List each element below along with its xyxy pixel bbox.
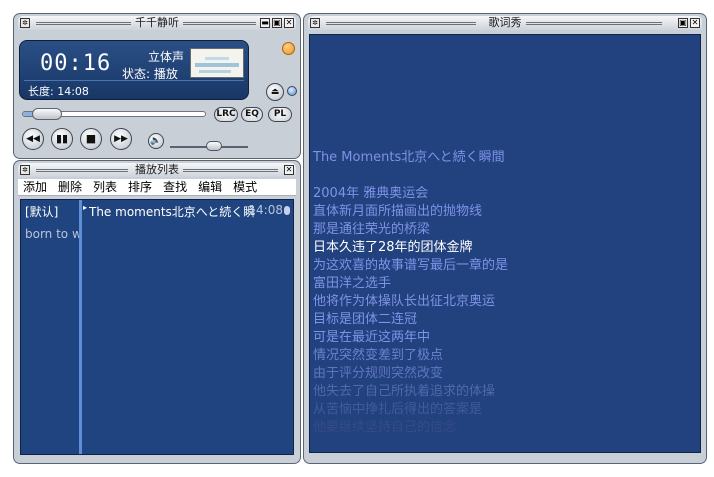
menu-sort[interactable]: 排序 <box>123 179 158 196</box>
lyric-line: The Moments北京へと続く瞬間 <box>313 150 505 165</box>
visualization[interactable] <box>190 48 244 78</box>
playlist-window: ✲ 播放列表 ✕ 添加 删除 列表 排序 查找 编辑 模式 [默认] born to w ▸… <box>13 160 301 464</box>
playlist-menubar: 添加 删除 列表 排序 查找 编辑 模式 <box>18 179 296 196</box>
volume-slider[interactable] <box>170 141 248 151</box>
lyrics-close-icon[interactable]: ✕ <box>690 18 700 28</box>
menu-delete[interactable]: 删除 <box>53 179 88 196</box>
mute-button[interactable]: 🔈 <box>148 133 164 149</box>
stop-button[interactable]: ■ <box>80 128 102 150</box>
lyric-line: 目标是团体二连冠 <box>313 312 418 327</box>
lyric-line: 可是在最近这两年中 <box>313 330 431 345</box>
lyric-line: 那是通往荣光的桥梁 <box>313 222 431 237</box>
lyric-line: 他要继续坚持自己的信念 <box>313 420 457 435</box>
lyrics-title: 歌词秀 <box>484 16 526 29</box>
lyrics-titlebar[interactable]: ✲ 歌词秀 ▣ ✕ <box>308 16 702 30</box>
playlist-button[interactable]: PL <box>268 107 292 122</box>
scroll-indicator[interactable] <box>284 206 290 215</box>
menu-add[interactable]: 添加 <box>18 179 53 196</box>
panel-splitter[interactable] <box>79 200 82 454</box>
minimize-icon[interactable]: ▬ <box>260 18 270 28</box>
lyrics-window: ✲ 歌词秀 ▣ ✕ The Moments北京へと続く瞬間 2004年 雅典奥运会… <box>303 13 707 464</box>
lyrics-restore-icon[interactable]: ▣ <box>678 18 688 28</box>
restore-icon[interactable]: ▣ <box>272 18 282 28</box>
track-title: The moments北京へと続く瞬间 <box>89 205 255 219</box>
lyric-line: 他失去了自己所执着追求的体操 <box>313 384 496 399</box>
playlist-titlebar[interactable]: ✲ 播放列表 ✕ <box>18 163 296 177</box>
lyric-line: 为这欢喜的故事谱写最后一章的是 <box>313 258 509 273</box>
menu-mode[interactable]: 模式 <box>228 179 263 196</box>
lyric-line: 由于评分规则突然改变 <box>313 366 444 381</box>
lcd-display: 00:16 立体声 状态: 播放 长度: 14:08 <box>19 40 249 100</box>
playlist-close-icon[interactable]: ✕ <box>284 165 294 175</box>
playlist-title: 播放列表 <box>131 163 183 176</box>
seek-handle[interactable] <box>31 108 62 120</box>
lyric-line: 情况突然变差到了极点 <box>313 348 444 363</box>
lyric-line: 他将作为体操队长出征北京奥运 <box>313 294 496 309</box>
list-panel: [默认] born to w <box>21 200 79 454</box>
lrc-button[interactable]: LRC <box>214 107 238 122</box>
player-titlebar[interactable]: ✲ 千千静听 ▬ ▣ ✕ <box>18 16 296 30</box>
track-row[interactable]: ▸ The moments北京へと続く瞬间 14:08 <box>83 203 291 219</box>
previous-button[interactable]: ◀◀ <box>22 128 44 150</box>
close-icon[interactable]: ✕ <box>284 18 294 28</box>
list-item-born-to[interactable]: born to w <box>21 220 79 241</box>
eq-button[interactable]: EQ <box>241 107 263 122</box>
menu-find[interactable]: 查找 <box>158 179 193 196</box>
lyric-line: 从苦恼中挣扎后得出的答案是 <box>313 402 483 417</box>
lyric-line: 直体新月面所描画出的抛物线 <box>313 204 483 219</box>
lyric-line: 日本久违了28年的团体金牌 <box>313 240 473 255</box>
next-button[interactable]: ▶▶ <box>110 128 132 150</box>
lyrics-panel[interactable]: The Moments北京へと続く瞬間 2004年 雅典奥运会直体新月面所描画出的… <box>309 34 701 453</box>
pause-button[interactable]: ▮▮ <box>51 128 73 150</box>
channel-mode: 立体声 <box>148 50 185 64</box>
track-duration: 14:08 <box>248 203 283 217</box>
time-display: 00:16 <box>40 51 112 76</box>
eject-button[interactable]: ⏏ <box>266 83 284 101</box>
volume-handle[interactable] <box>205 141 222 151</box>
skin-icon[interactable] <box>282 42 295 55</box>
list-item-default[interactable]: [默认] <box>21 200 79 220</box>
player-title: 千千静听 <box>131 16 183 29</box>
menu-list[interactable]: 列表 <box>88 179 123 196</box>
lyric-line: 富田洋之选手 <box>313 276 392 291</box>
seek-bar[interactable] <box>22 108 206 120</box>
mini-mode-button[interactable] <box>287 86 297 96</box>
menu-edit[interactable]: 编辑 <box>193 179 228 196</box>
track-length: 长度: 14:08 <box>28 85 89 98</box>
lyric-line: 2004年 雅典奥运会 <box>313 186 429 201</box>
playlist-body: [默认] born to w ▸ The moments北京へと続く瞬间 14:… <box>20 199 294 455</box>
